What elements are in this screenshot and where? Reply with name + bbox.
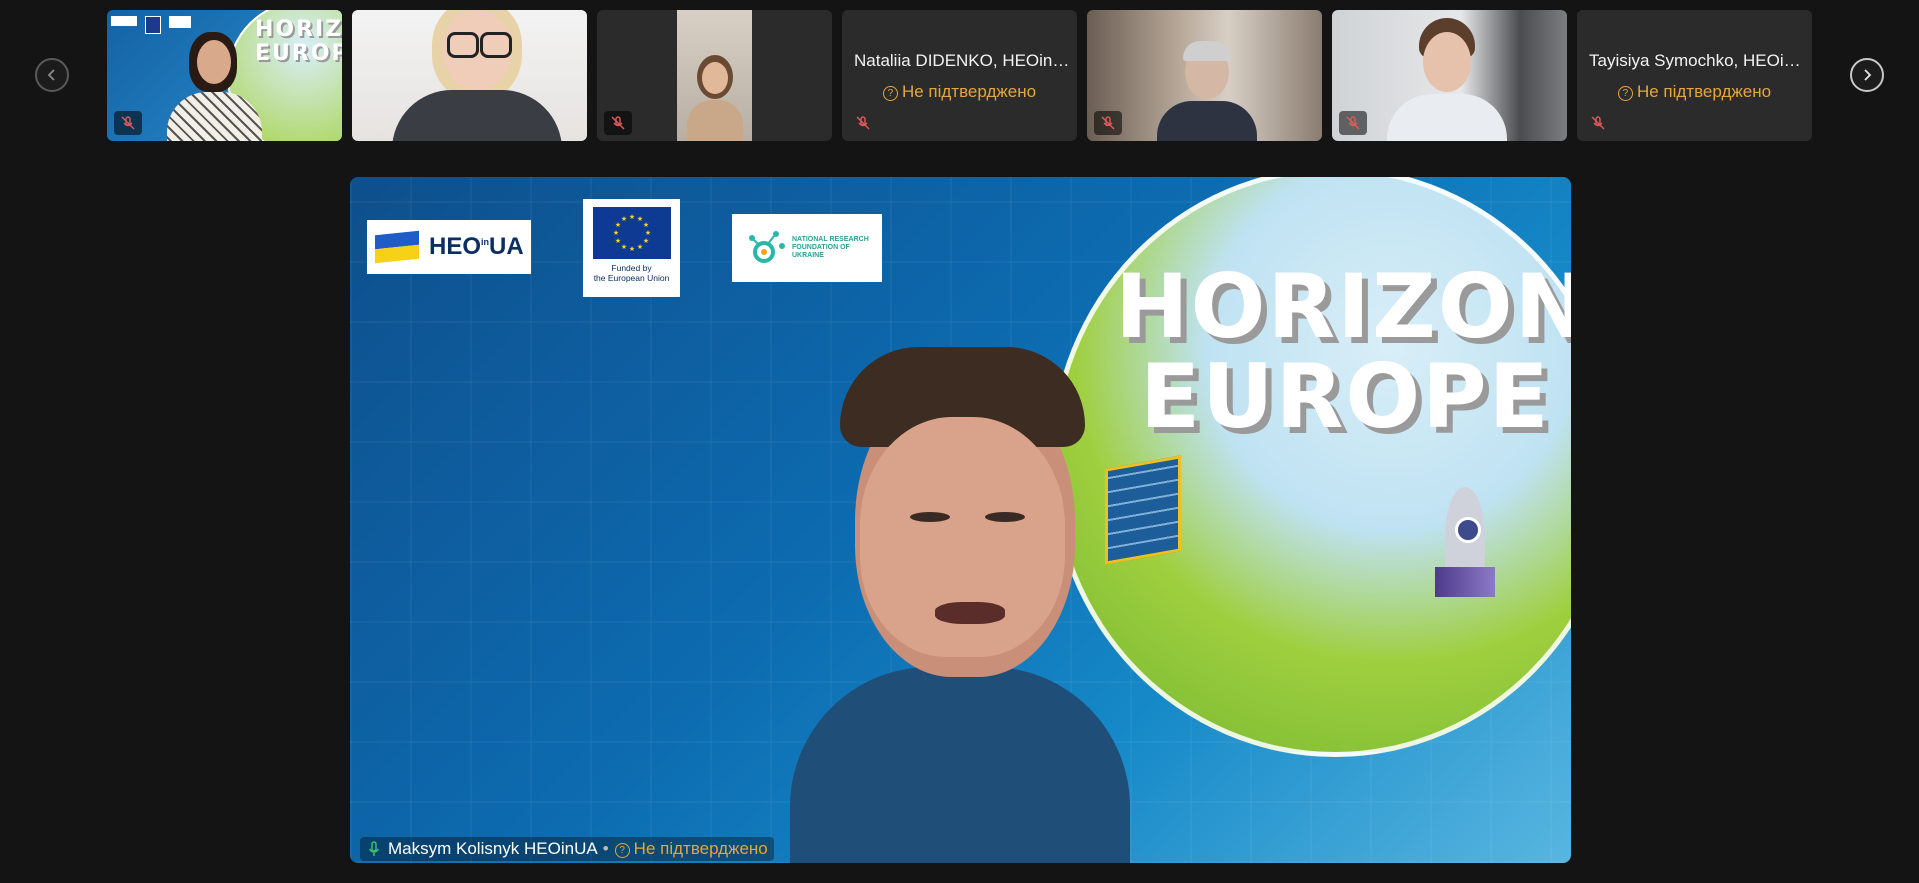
participant-tile[interactable]	[1087, 10, 1322, 141]
mic-off-icon	[856, 116, 870, 130]
svg-text:★: ★	[642, 221, 648, 229]
svg-text:★: ★	[628, 213, 634, 221]
previous-page-button[interactable]	[35, 58, 69, 92]
ukraine-flag-icon	[375, 230, 419, 264]
question-circle-icon: ?	[882, 86, 898, 101]
mute-indicator	[1339, 111, 1367, 135]
mute-indicator	[604, 111, 632, 135]
mic-off-icon	[611, 116, 625, 130]
mic-off-icon	[1346, 116, 1360, 130]
mic-icon	[368, 841, 380, 856]
heoinua-logo: HEOinUA	[367, 220, 531, 274]
svg-text:★: ★	[628, 245, 634, 253]
svg-text:★: ★	[642, 237, 648, 245]
participant-video	[677, 10, 752, 141]
participant-name: Tayisiya Symochko, HEOi…	[1589, 51, 1801, 70]
participant-tile[interactable]: Nataliia DIDENKO, HEOin… ? Не підтверджен…	[842, 10, 1077, 141]
participant-tile[interactable]: HORIZONEUROPE	[107, 10, 342, 141]
question-circle-icon: ?	[1617, 86, 1633, 101]
nrfu-emblem-icon	[749, 231, 785, 263]
participant-tile[interactable]	[597, 10, 832, 141]
participant-video-woman	[167, 30, 262, 141]
participant-tile[interactable]	[1332, 10, 1567, 141]
mic-off-icon	[1591, 116, 1605, 130]
mute-indicator	[849, 111, 877, 135]
horizon-europe-title: HORIZON EUROPE	[1115, 255, 1571, 448]
svg-text:★: ★	[612, 229, 618, 237]
separator-dot: •	[602, 839, 609, 858]
svg-text:★: ★	[644, 229, 650, 237]
svg-text:★: ★	[620, 215, 626, 223]
mini-horizon-text: HORIZONEUROPE	[255, 17, 342, 66]
participant-video-woman	[392, 10, 562, 141]
mute-indicator	[114, 111, 142, 135]
chevron-right-icon	[1864, 69, 1872, 81]
nrfu-logo: NATIONAL RESEARCH FOUNDATION OF UKRAINE	[732, 214, 882, 282]
speaker-status: ? Не підтверджено	[614, 839, 768, 859]
participant-name: Nataliia DIDENKO, HEOin…	[854, 51, 1070, 70]
speaker-name: Maksym Kolisnyk HEOinUA	[388, 839, 598, 858]
speaker-caption: Maksym Kolisnyk HEOinUA • ? Не підтвердже…	[360, 837, 774, 861]
participant-tile[interactable]: Tayisiya Symochko, HEOi… ? Не підтверджен…	[1577, 10, 1812, 141]
svg-text:★: ★	[614, 237, 620, 245]
eu-funding-logo: ★ ★ ★ ★ ★ ★ ★ ★ ★ ★ ★ ★ Funded by the European Uni…	[583, 199, 680, 297]
participant-tile[interactable]	[352, 10, 587, 141]
svg-text:★: ★	[620, 243, 626, 251]
next-page-button[interactable]	[1850, 58, 1884, 92]
svg-text:★: ★	[636, 243, 642, 251]
mic-off-icon	[121, 116, 135, 130]
mic-off-icon	[1101, 116, 1115, 130]
participant-status: ? Не підтверджено	[1577, 82, 1812, 102]
participant-video-man	[1157, 41, 1257, 141]
mute-indicator	[1584, 111, 1612, 135]
mute-indicator	[1094, 111, 1122, 135]
question-circle-icon: ?	[614, 843, 630, 858]
speaker-person	[770, 337, 1150, 863]
main-speaker-video[interactable]: HEOinUA ★ ★ ★ ★ ★ ★ ★ ★ ★ ★ ★ ★ Funded by the Euro…	[350, 177, 1571, 863]
participant-video-man	[1387, 18, 1507, 141]
mini-logos	[111, 16, 191, 34]
eu-flag-icon: ★ ★ ★ ★ ★ ★ ★ ★ ★ ★ ★ ★	[592, 207, 671, 259]
rocket-illustration	[1435, 487, 1495, 607]
chevron-left-icon	[47, 69, 55, 81]
participant-status: ? Не підтверджено	[842, 82, 1077, 102]
